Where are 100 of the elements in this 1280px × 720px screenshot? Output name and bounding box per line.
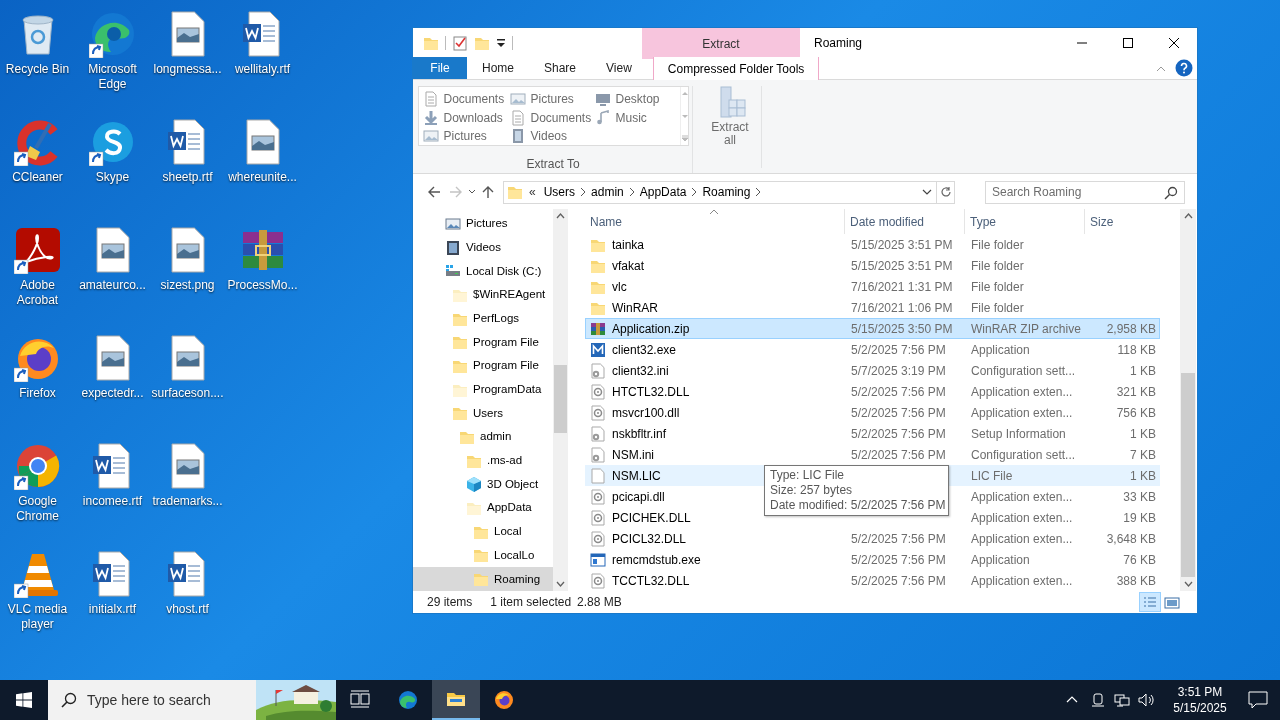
- column-header[interactable]: Name: [585, 209, 845, 234]
- ribbon-tab[interactable]: Compressed Folder Tools: [652, 57, 820, 80]
- ribbon-tab[interactable]: Home: [467, 57, 529, 79]
- breadcrumb[interactable]: Users: [539, 182, 580, 202]
- file-name[interactable]: NSM.ini: [612, 445, 654, 464]
- gallery-item[interactable]: Pictures: [509, 89, 595, 109]
- nav-item[interactable]: AppData: [413, 496, 553, 520]
- view-toggle-button[interactable]: [1139, 592, 1161, 612]
- desktop-icon-label[interactable]: ProcessMo...: [225, 278, 300, 293]
- desktop-icon-label[interactable]: initialx.rtf: [75, 602, 150, 617]
- file-name[interactable]: vfakat: [612, 256, 644, 275]
- device-icon[interactable]: [1090, 692, 1106, 708]
- file-name[interactable]: pcicapi.dll: [612, 487, 665, 506]
- scrollbar[interactable]: [1180, 209, 1196, 591]
- column-header[interactable]: Type: [965, 209, 1085, 234]
- column-header[interactable]: Date modified: [845, 209, 965, 234]
- desktop-icon-label[interactable]: vhost.rtf: [150, 602, 225, 617]
- nav-item[interactable]: LocalLo: [413, 543, 553, 568]
- column-header[interactable]: Size: [1085, 209, 1160, 234]
- gallery-item[interactable]: Documents: [422, 89, 510, 109]
- address-bar[interactable]: « Users admin AppData Roaming: [503, 180, 955, 204]
- breadcrumb[interactable]: AppData: [635, 182, 691, 202]
- file-name[interactable]: NSM.LIC: [612, 466, 661, 485]
- desktop-icon-label[interactable]: VLC media player: [0, 602, 75, 632]
- overflow-chevrons[interactable]: «: [529, 183, 536, 201]
- scroll-thumb[interactable]: [554, 365, 567, 433]
- nav-item[interactable]: admin: [413, 425, 553, 449]
- search-icon[interactable]: [61, 692, 77, 708]
- file-name[interactable]: tainka: [612, 235, 645, 254]
- nav-item[interactable]: Local: [413, 519, 553, 544]
- gallery-item[interactable]: Music: [594, 107, 680, 128]
- file-name[interactable]: PCICHEK.DLL: [612, 508, 691, 527]
- nav-item[interactable]: Program File: [413, 354, 553, 378]
- pdf-app-icon[interactable]: [13, 226, 62, 274]
- nav-item[interactable]: 3D Object: [413, 472, 553, 497]
- desktop-icon-label[interactable]: whereunite...: [225, 170, 300, 185]
- ribbon-tab[interactable]: File: [413, 57, 467, 79]
- nav-item[interactable]: ProgramData: [413, 377, 553, 402]
- breadcrumb[interactable]: admin: [587, 182, 628, 202]
- clock[interactable]: 3:51 PM 5/15/2025: [1162, 684, 1238, 716]
- desktop-icon-label[interactable]: sizest.png: [150, 278, 225, 293]
- gallery-item[interactable]: Pictures: [422, 126, 510, 147]
- file-name[interactable]: WinRAR: [612, 298, 658, 317]
- gallery-item[interactable]: Videos: [509, 126, 595, 147]
- refresh-button[interactable]: [936, 181, 954, 203]
- file-name[interactable]: TCCTL32.DLL: [612, 571, 690, 590]
- file-name[interactable]: HTCTL32.DLL: [612, 382, 690, 401]
- nav-item[interactable]: Pictures: [413, 212, 553, 236]
- nav-item[interactable]: Users: [413, 401, 553, 426]
- file-name[interactable]: client32.ini: [612, 361, 669, 380]
- file-row[interactable]: Application.zip 5/15/2025 3:50 PM WinRAR ZIP archive 2,958 KB: [585, 318, 1160, 339]
- edge-icon[interactable]: [88, 10, 137, 58]
- file-name[interactable]: vlc: [612, 277, 627, 296]
- nav-item[interactable]: Videos: [413, 235, 553, 260]
- desktop-icon-label[interactable]: Firefox: [0, 386, 75, 401]
- chevron-right-icon[interactable]: [690, 187, 699, 197]
- properties-icon[interactable]: [452, 35, 468, 51]
- chevron-right-icon[interactable]: [579, 187, 588, 197]
- taskbar-app-button[interactable]: [432, 680, 480, 720]
- desktop-icon-label[interactable]: wellitaly.rtf: [225, 62, 300, 77]
- extract-all-button[interactable]: Extract all: [705, 86, 755, 148]
- desktop-icon-label[interactable]: Recycle Bin: [0, 62, 75, 77]
- nav-item[interactable]: Roaming: [413, 567, 553, 591]
- file-name[interactable]: client32.exe: [612, 340, 677, 359]
- nav-item[interactable]: Program File: [413, 330, 553, 355]
- gallery-item[interactable]: Documents: [509, 107, 595, 128]
- scroll-thumb[interactable]: [1181, 373, 1195, 577]
- nav-item[interactable]: $WinREAgent: [413, 283, 553, 307]
- desktop-icon-label[interactable]: sheetp.rtf: [150, 170, 225, 185]
- volume-icon[interactable]: [1138, 692, 1156, 708]
- file-name[interactable]: nskbfltr.inf: [612, 424, 667, 443]
- desktop-icon-label[interactable]: trademarks...: [150, 494, 225, 509]
- file-name[interactable]: remcmdstub.exe: [612, 550, 701, 569]
- notifications-icon[interactable]: [1248, 691, 1268, 709]
- network-icon[interactable]: [1114, 692, 1130, 708]
- file-name[interactable]: Application.zip: [612, 319, 690, 338]
- ribbon-tab[interactable]: Share: [529, 57, 592, 79]
- desktop-icon-label[interactable]: Adobe Acrobat: [0, 278, 75, 308]
- search-icon[interactable]: [1164, 185, 1178, 200]
- desktop-icon-label[interactable]: surfaceson....: [150, 386, 225, 401]
- search-field[interactable]: Search Roaming: [985, 180, 1185, 204]
- scrollbar[interactable]: [553, 209, 568, 591]
- chrome-icon[interactable]: [13, 442, 62, 490]
- ribbon-tab[interactable]: View: [591, 57, 647, 79]
- file-name[interactable]: msvcr100.dll: [612, 403, 680, 422]
- nav-item[interactable]: .ms-ad: [413, 448, 553, 473]
- taskbar-search-field[interactable]: Type here to search: [48, 680, 256, 720]
- gallery-item[interactable]: Downloads: [422, 107, 510, 128]
- nav-item[interactable]: PerfLogs: [413, 306, 553, 331]
- desktop-icon-label[interactable]: incomee.rtf: [75, 494, 150, 509]
- breadcrumb[interactable]: Roaming: [698, 182, 755, 202]
- desktop-icon-label[interactable]: expectedr...: [75, 386, 150, 401]
- nav-item[interactable]: Local Disk (C:): [413, 259, 553, 284]
- file-name[interactable]: PCICL32.DLL: [612, 529, 687, 548]
- desktop-icon-label[interactable]: amateurco...: [75, 278, 150, 293]
- desktop-icon-label[interactable]: Google Chrome: [0, 494, 75, 524]
- desktop-icon-label[interactable]: CCleaner: [0, 170, 75, 185]
- chevron-right-icon[interactable]: [627, 187, 636, 197]
- help-icon[interactable]: [1175, 59, 1193, 77]
- desktop-icon-label[interactable]: longmessa...: [150, 62, 225, 77]
